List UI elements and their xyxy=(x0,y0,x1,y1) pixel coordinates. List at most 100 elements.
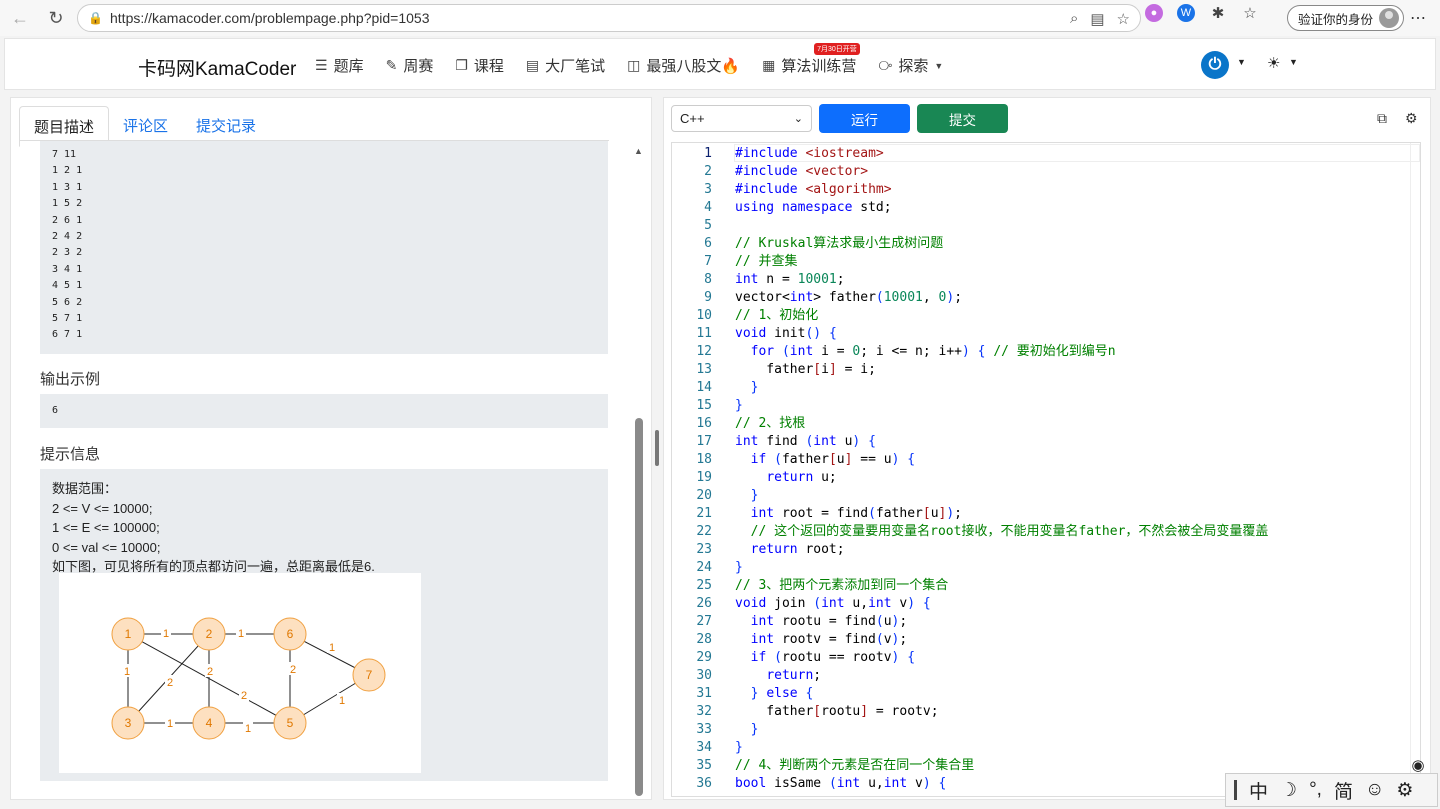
code-line: 25 // 3、把两个元素添加到同一个集合 xyxy=(672,577,1412,595)
site-brand[interactable]: 卡码网KamaCoder xyxy=(138,54,296,81)
favorites-icon[interactable]: ☆ xyxy=(1241,4,1259,22)
code-line: 6 // Kruskal算法求最小生成树问题 xyxy=(672,235,1412,253)
submit-button[interactable]: 提交 xyxy=(917,104,1008,133)
menu-label: 课程 xyxy=(473,58,504,75)
menu-item-explore[interactable]: ⧂ 探索 ▼ xyxy=(878,55,943,76)
code-text: // 1、初始化 xyxy=(735,308,819,323)
graph-figure: 1 1 2 1 2 2 1 1 2 1 1 1 2 3 4 5 6 7 xyxy=(59,573,421,773)
menu-item-training[interactable]: ▦ 算法训练营 7月30日开营 xyxy=(762,43,860,76)
menu-item-exams[interactable]: ▤ 大厂笔试 xyxy=(526,55,605,76)
graph-svg: 1 1 2 1 2 2 1 1 2 1 1 1 2 3 4 5 6 7 xyxy=(111,617,386,740)
reader-icon[interactable]: ▤ xyxy=(1090,10,1104,28)
brain-extension-icon[interactable]: ● xyxy=(1145,4,1163,22)
line-number: 29 xyxy=(696,650,712,665)
hint-line: 1 <= E <= 100000; xyxy=(52,520,160,535)
code-text: // 3、把两个元素添加到同一个集合 xyxy=(735,578,949,593)
input-example-line: 4 5 1 xyxy=(52,280,83,292)
code-text: vector<int> father(10001, 0); xyxy=(735,290,963,305)
avatar xyxy=(1379,8,1400,28)
copy-icon: ❐ xyxy=(455,57,468,73)
line-number: 26 xyxy=(696,596,712,611)
line-number: 10 xyxy=(696,308,712,323)
ime-punctuation-icon[interactable]: °, xyxy=(1309,779,1322,801)
ime-emoji-icon[interactable]: ☺ xyxy=(1365,779,1384,801)
compass-icon: ⧂ xyxy=(878,57,893,73)
code-line: 32 father[rootu] = rootv; xyxy=(672,703,1412,721)
code-text: return; xyxy=(766,668,822,683)
language-value: C++ xyxy=(680,111,705,126)
panel-splitter[interactable] xyxy=(655,430,659,466)
line-number: 25 xyxy=(696,578,712,593)
menu-label: 算法训练营 xyxy=(781,58,857,75)
run-button[interactable]: 运行 xyxy=(819,104,910,133)
line-number: 12 xyxy=(696,344,712,359)
zoom-icon[interactable]: ⌕ xyxy=(1070,10,1078,28)
code-text: } xyxy=(735,398,743,413)
code-line: 27 int rootu = find(u); xyxy=(672,613,1412,631)
scrollbar-thumb[interactable] xyxy=(635,418,643,796)
language-select[interactable]: C++ ⌄ xyxy=(671,105,812,132)
ime-grip[interactable] xyxy=(1234,780,1237,800)
code-line: 8 int n = 10001; xyxy=(672,271,1412,289)
scroll-up-icon[interactable]: ▲ xyxy=(634,146,643,156)
sun-icon[interactable]: ☀ xyxy=(1267,54,1280,72)
ime-moon-icon[interactable]: ☽ xyxy=(1280,779,1297,802)
line-number: 20 xyxy=(696,488,712,503)
menu-item-courses[interactable]: ❐ 课程 xyxy=(455,55,504,76)
line-number: 4 xyxy=(704,200,712,215)
code-text: for (int i = 0; i <= n; i++) { // 要初始化到编… xyxy=(750,344,1116,359)
ime-chinese-icon[interactable]: 中 xyxy=(1249,777,1268,804)
line-number: 34 xyxy=(696,740,712,755)
ime-simplified-icon[interactable]: 简 xyxy=(1334,777,1353,804)
user-power-icon[interactable]: ⏻ xyxy=(1201,51,1229,79)
document-icon: ▤ xyxy=(525,57,540,73)
code-line: 30 return; xyxy=(672,667,1412,685)
back-icon[interactable]: ← xyxy=(6,4,34,32)
menu-label: 周赛 xyxy=(403,58,434,75)
menu-label: 题库 xyxy=(333,58,364,75)
chevron-down-icon[interactable]: ▼ xyxy=(1289,57,1298,67)
address-bar[interactable]: 🔒 https://kamacoder.com/problempage.php?… xyxy=(77,4,1141,32)
menu-label: 最强八股文🔥 xyxy=(646,58,741,75)
chevron-down-icon: ▼ xyxy=(934,60,944,71)
reload-icon[interactable]: ↻ xyxy=(42,4,70,32)
code-line: 12 for (int i = 0; i <= n; i++) { // 要初始… xyxy=(672,343,1412,361)
code-text: void join (int u,int v) { xyxy=(735,596,931,611)
code-editor[interactable]: 1 #include <iostream> 2 #include <vector> 3 #… xyxy=(671,142,1421,797)
code-text: int rootv = find(v); xyxy=(750,632,908,647)
input-example-line: 2 4 2 xyxy=(52,231,83,243)
puzzle-icon[interactable]: ✱ xyxy=(1209,4,1227,22)
code-format-icon[interactable]: ⧉ xyxy=(1377,110,1387,127)
code-line: 15} xyxy=(672,397,1412,415)
code-text: father[rootu] = rootv; xyxy=(735,704,939,719)
line-number: 22 xyxy=(696,524,712,539)
profile-button[interactable]: 验证你的身份 xyxy=(1287,5,1405,31)
gear-icon[interactable]: ⚙ xyxy=(1405,110,1418,127)
hint-box: 数据范围： 2 <= V <= 10000; 1 <= E <= 100000; 0 … xyxy=(40,469,608,781)
ime-settings-icon[interactable]: ⚙ xyxy=(1396,779,1413,802)
code-text: // 这个返回的变量要用变量名root接收，不能用变量名father，不然会被全… xyxy=(750,524,1269,539)
code-text: #include <vector> xyxy=(735,164,869,179)
star-icon[interactable]: ☆ xyxy=(1117,10,1130,28)
chevron-down-icon[interactable]: ▼ xyxy=(1237,57,1246,67)
code-line: 4 using namespace std; xyxy=(672,199,1412,217)
browser-toolbar: ← ↻ 🔒 https://kamacoder.com/problempage.… xyxy=(0,0,1440,36)
menu-item-problems[interactable]: ☰ 题库 xyxy=(315,55,364,76)
menu-item-baguwen[interactable]: ◫ 最强八股文🔥 xyxy=(627,55,740,76)
problem-scrollbar[interactable]: ▲ xyxy=(633,141,645,801)
code-text: int find (int u) { xyxy=(735,434,876,449)
line-number: 31 xyxy=(696,686,712,701)
code-line: 14 } xyxy=(672,379,1412,397)
input-example-line: 1 5 2 xyxy=(52,198,83,210)
crown-extension-icon[interactable]: W xyxy=(1177,4,1195,22)
graph-node-label: 2 xyxy=(206,627,213,641)
hint-text: 数据范围： 2 <= V <= 10000; 1 <= E <= 100000; 0 … xyxy=(52,479,596,577)
more-icon[interactable]: ⋯ xyxy=(1410,8,1426,28)
code-line: 21 int root = find(father[u]); xyxy=(672,505,1412,523)
line-number: 17 xyxy=(696,434,712,449)
code-line: 11 void init() { xyxy=(672,325,1412,343)
problem-content[interactable]: 7 11 1 2 11 3 11 5 22 6 12 4 22 3 23 4 14… xyxy=(11,141,631,801)
menu-item-weekly[interactable]: ✎ 周赛 xyxy=(386,55,434,76)
line-number: 36 xyxy=(696,776,712,791)
edge-weight-label: 2 xyxy=(290,664,296,676)
